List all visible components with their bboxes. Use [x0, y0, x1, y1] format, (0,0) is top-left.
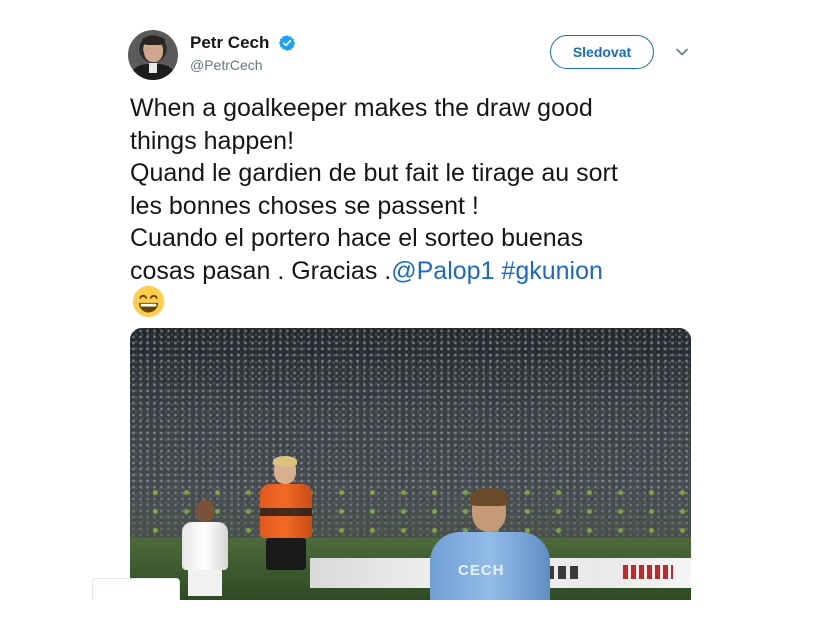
share-tab[interactable] [92, 578, 180, 600]
author-display-name[interactable]: Petr Cech [190, 33, 269, 53]
tweet-line: Quand le gardien de but fait le tirage a… [130, 159, 618, 187]
jersey-name: CECH [458, 562, 505, 579]
tweet-line: les bonnes choses se passent ! [130, 191, 479, 220]
tweet-line: cosas pasan . Gracias . [130, 256, 392, 285]
avatar[interactable] [128, 30, 178, 80]
goalkeeper-player: CECH [430, 488, 550, 600]
player-white-kit [176, 500, 236, 600]
author-handle[interactable]: @PetrCech [190, 57, 296, 73]
player-orange-kit [252, 456, 322, 600]
follow-button[interactable]: Sledovat [550, 35, 654, 69]
tweet-photo[interactable]: CECH [130, 328, 691, 600]
tweet-text: When a goalkeeper makes the draw good th… [130, 92, 700, 287]
tweet-line: When a goalkeeper makes the draw good [130, 94, 593, 122]
chevron-down-icon[interactable] [676, 48, 688, 56]
tweet-last-line: cosas pasan . Gracias .@Palop1 #gkunion [130, 255, 700, 288]
tweet-card: Petr Cech @PetrCech Sledovat When a goal… [0, 0, 820, 620]
grinning-face-emoji-icon [132, 285, 165, 318]
hashtag-link[interactable]: #gkunion [501, 257, 602, 285]
mention-link[interactable]: @Palop1 [391, 257, 494, 285]
tweet-line: Cuando el portero hace el sorteo buenas [130, 224, 584, 252]
tweet-line: things happen! [130, 126, 295, 155]
verified-badge-icon [278, 35, 295, 51]
author-block: Petr Cech @PetrCech [190, 33, 296, 73]
